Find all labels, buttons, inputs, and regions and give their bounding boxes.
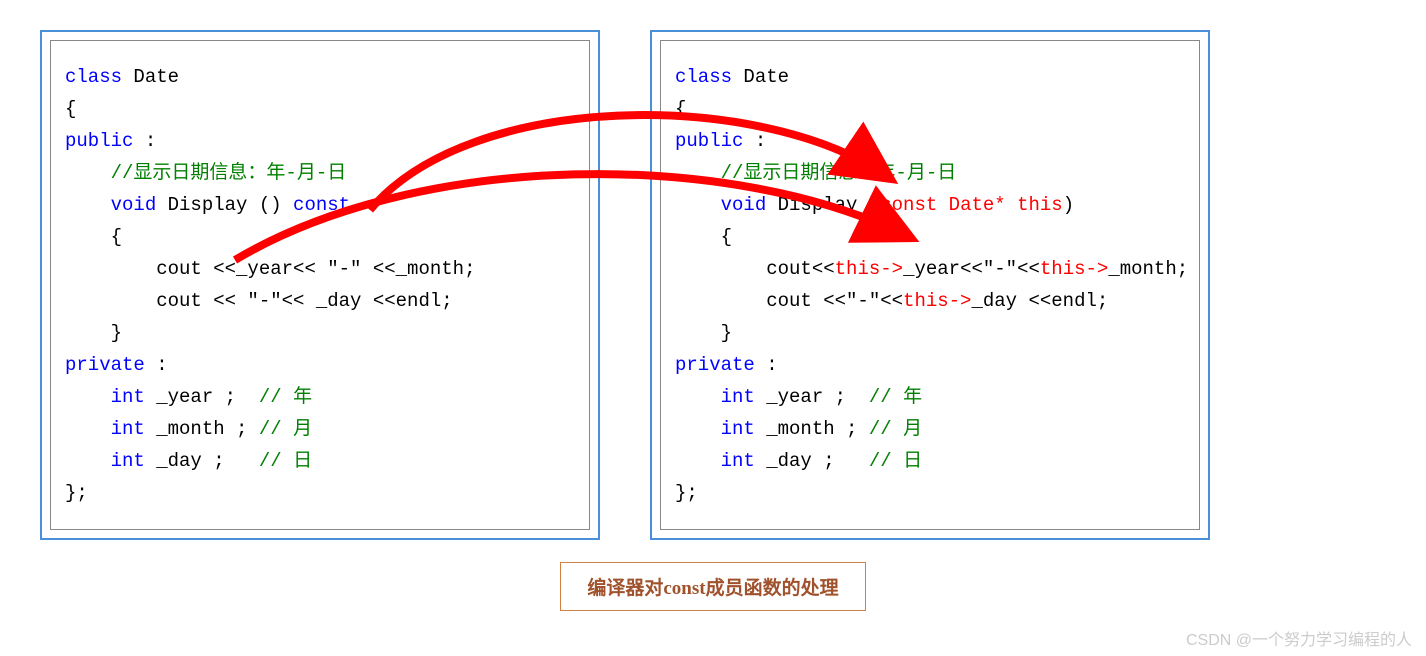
t: _month; <box>1108 258 1188 280</box>
t: { <box>675 98 686 120</box>
t: cout <<_year<< "-" <<_month; <box>65 258 475 280</box>
right-code: class Date { public : //显示日期信息：年-月-日 voi… <box>675 61 1185 509</box>
kw-int: int <box>721 418 755 440</box>
right-code-box: class Date { public : //显示日期信息：年-月-日 voi… <box>660 40 1200 530</box>
kw-private: private <box>675 354 755 376</box>
t: _month ; <box>145 418 259 440</box>
t <box>65 194 111 216</box>
t <box>65 450 111 472</box>
cmt: // 月 <box>869 418 922 440</box>
t <box>675 418 721 440</box>
cmt: // 日 <box>869 450 922 472</box>
cmt: // 月 <box>259 418 312 440</box>
t: cout <<"-"<< <box>675 290 903 312</box>
t: Date <box>732 66 789 88</box>
left-code: class Date { public : //显示日期信息：年-月-日 voi… <box>65 61 575 509</box>
panels-container: class Date { public : //显示日期信息：年-月-日 voi… <box>40 30 1386 540</box>
t: Display ( <box>766 194 880 216</box>
t: { <box>65 226 122 248</box>
t <box>675 450 721 472</box>
cmt: // 年 <box>869 386 922 408</box>
kw-class: class <box>675 66 732 88</box>
t: } <box>65 322 122 344</box>
t: _year<<"-"<< <box>903 258 1040 280</box>
t: Display () <box>156 194 293 216</box>
kw-public: public <box>675 130 743 152</box>
t <box>65 418 111 440</box>
kw-int: int <box>111 386 145 408</box>
kw-void: void <box>111 194 157 216</box>
cmt: // 年 <box>259 386 312 408</box>
t: { <box>65 98 76 120</box>
t: _year ; <box>145 386 259 408</box>
kw-void: void <box>721 194 767 216</box>
const-this: const Date* this <box>880 194 1062 216</box>
kw-int: int <box>721 450 755 472</box>
comment: //显示日期信息：年-月-日 <box>675 162 956 184</box>
kw-const: const <box>293 194 350 216</box>
t: cout << "-"<< _day <<endl; <box>65 290 453 312</box>
watermark: CSDN @一个努力学习编程的人 <box>1186 626 1412 650</box>
kw-int: int <box>721 386 755 408</box>
left-panel: class Date { public : //显示日期信息：年-月-日 voi… <box>40 30 600 540</box>
kw-private: private <box>65 354 145 376</box>
t: { <box>675 226 732 248</box>
kw-int: int <box>111 450 145 472</box>
comment: //显示日期信息：年-月-日 <box>65 162 346 184</box>
kw-int: int <box>111 418 145 440</box>
t: : <box>145 354 168 376</box>
t: : <box>743 130 766 152</box>
t: }; <box>65 482 88 504</box>
cmt: // 日 <box>259 450 312 472</box>
kw-public: public <box>65 130 133 152</box>
t <box>675 386 721 408</box>
t: _year ; <box>755 386 869 408</box>
t: _month ; <box>755 418 869 440</box>
t: _day ; <box>145 450 259 472</box>
t: : <box>133 130 156 152</box>
t <box>675 194 721 216</box>
t <box>65 386 111 408</box>
t: } <box>675 322 732 344</box>
this-ptr: this-> <box>1040 258 1108 280</box>
t: }; <box>675 482 698 504</box>
t: : <box>755 354 778 376</box>
left-code-box: class Date { public : //显示日期信息：年-月-日 voi… <box>50 40 590 530</box>
kw-class: class <box>65 66 122 88</box>
right-panel: class Date { public : //显示日期信息：年-月-日 voi… <box>650 30 1210 540</box>
caption: 编译器对const成员函数的处理 <box>560 562 865 611</box>
t: _day <<endl; <box>971 290 1108 312</box>
this-ptr: this-> <box>903 290 971 312</box>
t: cout<< <box>675 258 835 280</box>
this-ptr: this-> <box>835 258 903 280</box>
t: _day ; <box>755 450 869 472</box>
t: Date <box>122 66 179 88</box>
t: ) <box>1063 194 1074 216</box>
